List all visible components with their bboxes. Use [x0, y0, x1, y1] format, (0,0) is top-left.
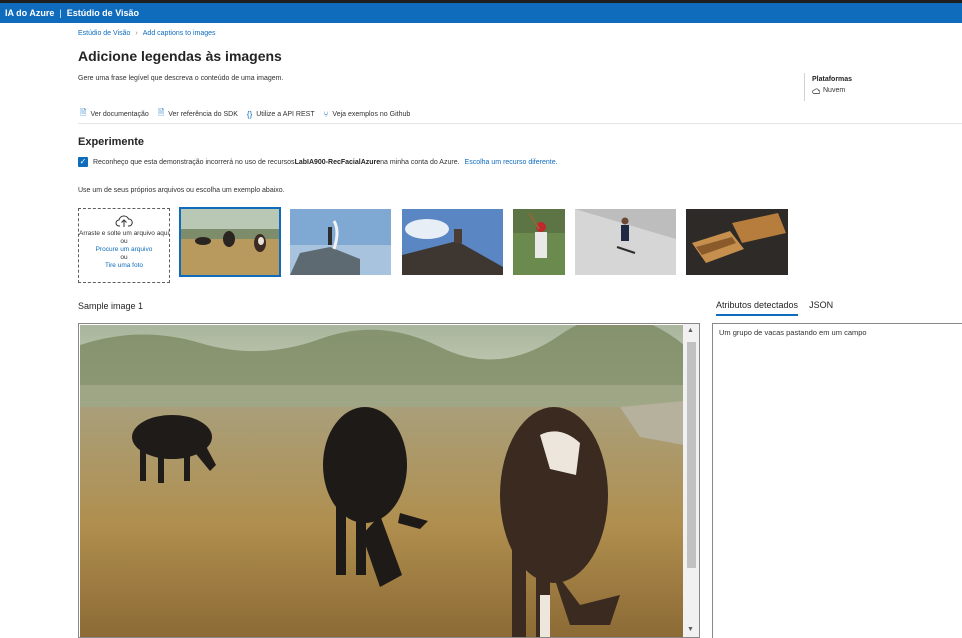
link-rest-api[interactable]: {} Utilize a API REST	[247, 107, 315, 121]
platforms-title: Plataformas	[812, 76, 853, 83]
tab-detected-attributes[interactable]: Atributos detectados	[716, 300, 799, 316]
building-thumbnail-image	[402, 209, 503, 275]
upload-drag-text: Arraste e solte um arquivo aqui	[79, 230, 169, 237]
topbar-separator: |	[59, 8, 62, 18]
cloud-icon	[812, 87, 820, 94]
consent-row: ✓ Reconheço que esta demonstração incorr…	[78, 157, 558, 167]
breadcrumb-current[interactable]: Add captions to images	[143, 30, 216, 37]
caption-result: Um grupo de vacas pastando em um campo	[719, 328, 867, 337]
link-sdk-reference-label: Ver referência do SDK	[168, 110, 238, 118]
platforms-value-label: Nuvem	[823, 87, 846, 94]
sample-thumbnail-skater[interactable]	[575, 209, 676, 275]
document-icon: 🗎	[157, 108, 165, 117]
upload-or-2: ou	[120, 254, 128, 261]
check-icon: ✓	[79, 157, 87, 166]
link-github-samples-label: Veja exemplos no Github	[332, 110, 411, 118]
sample-thumbnail-baseball[interactable]	[513, 209, 565, 275]
code-braces-icon: {}	[246, 109, 253, 119]
upload-or-1: ou	[120, 238, 128, 245]
consent-checkbox[interactable]: ✓	[78, 157, 88, 167]
experiment-title: Experimente	[78, 136, 145, 148]
breadcrumb: Estúdio de Visão › Add captions to image…	[78, 30, 216, 37]
platforms-panel: Plataformas Nuvem	[804, 73, 852, 101]
section-divider	[78, 123, 962, 124]
brand-link[interactable]: IA do Azure	[5, 8, 54, 18]
consent-suffix: na minha conta do Azure.	[380, 158, 460, 166]
image-viewer[interactable]: ▲ ▼	[78, 323, 700, 638]
link-sdk-reference[interactable]: 🗎 Ver referência do SDK	[158, 107, 238, 121]
cows-thumbnail-image	[181, 209, 279, 275]
sample-thumbnail-cows[interactable]	[179, 207, 281, 277]
product-link[interactable]: Estúdio de Visão	[67, 8, 139, 18]
results-panel: Um grupo de vacas pastando em um campo	[712, 323, 962, 638]
results-tabs: Atributos detectados JSON	[716, 300, 833, 316]
link-github-samples[interactable]: ⑂ Veja exemplos no Github	[324, 107, 411, 121]
breadcrumb-home[interactable]: Estúdio de Visão	[78, 30, 130, 37]
take-photo-link[interactable]: Tire uma foto	[79, 262, 169, 270]
surfer-thumbnail-image	[290, 209, 391, 275]
browse-file-link[interactable]: Procure um arquivo	[79, 246, 169, 254]
platforms-value: Nuvem	[812, 87, 852, 94]
cows-grazing-image	[80, 325, 684, 637]
cloud-upload-icon	[115, 215, 133, 227]
branch-icon: ⑂	[323, 109, 329, 119]
sample-thumbnail-sandwich[interactable]	[686, 209, 788, 275]
baseball-thumbnail-image	[513, 209, 565, 275]
consent-prefix: Reconheço que esta demonstração incorrer…	[93, 158, 295, 166]
scroll-down-icon[interactable]: ▼	[687, 626, 694, 633]
scrollbar-thumb[interactable]	[687, 342, 696, 568]
choose-resource-link[interactable]: Escolha um recurso diferente.	[465, 159, 558, 166]
chevron-right-icon: ›	[135, 30, 138, 37]
link-rest-api-label: Utilize a API REST	[256, 110, 315, 118]
resource-name: LabIA900-RecFacialAzure	[294, 158, 381, 166]
tab-json[interactable]: JSON	[809, 300, 833, 316]
scroll-up-icon[interactable]: ▲	[687, 327, 694, 334]
top-navigation-bar: IA do Azure | Estúdio de Visão	[0, 3, 962, 23]
skater-thumbnail-image	[575, 209, 676, 275]
document-icon: 🗎	[80, 108, 87, 117]
viewer-scrollbar[interactable]: ▲ ▼	[683, 324, 699, 637]
upload-dropzone[interactable]: Arraste e solte um arquivo aqui ou Procu…	[78, 208, 170, 283]
sample-image-label: Sample image 1	[78, 301, 144, 311]
sandwich-thumbnail-image	[686, 209, 788, 275]
page-description: Gere uma frase legível que descreva o co…	[78, 75, 284, 82]
sample-thumbnail-building[interactable]	[402, 209, 503, 275]
resource-links: 🗎 Ver documentação 🗎 Ver referência do S…	[80, 107, 410, 121]
sample-thumbnail-surfer[interactable]	[290, 209, 391, 275]
page-title: Adicione legendas às imagens	[78, 48, 282, 64]
link-documentation-label: Ver documentação	[90, 110, 149, 118]
link-documentation[interactable]: 🗎 Ver documentação	[80, 107, 149, 121]
instruction-text: Use um de seus próprios arquivos ou esco…	[78, 187, 285, 194]
